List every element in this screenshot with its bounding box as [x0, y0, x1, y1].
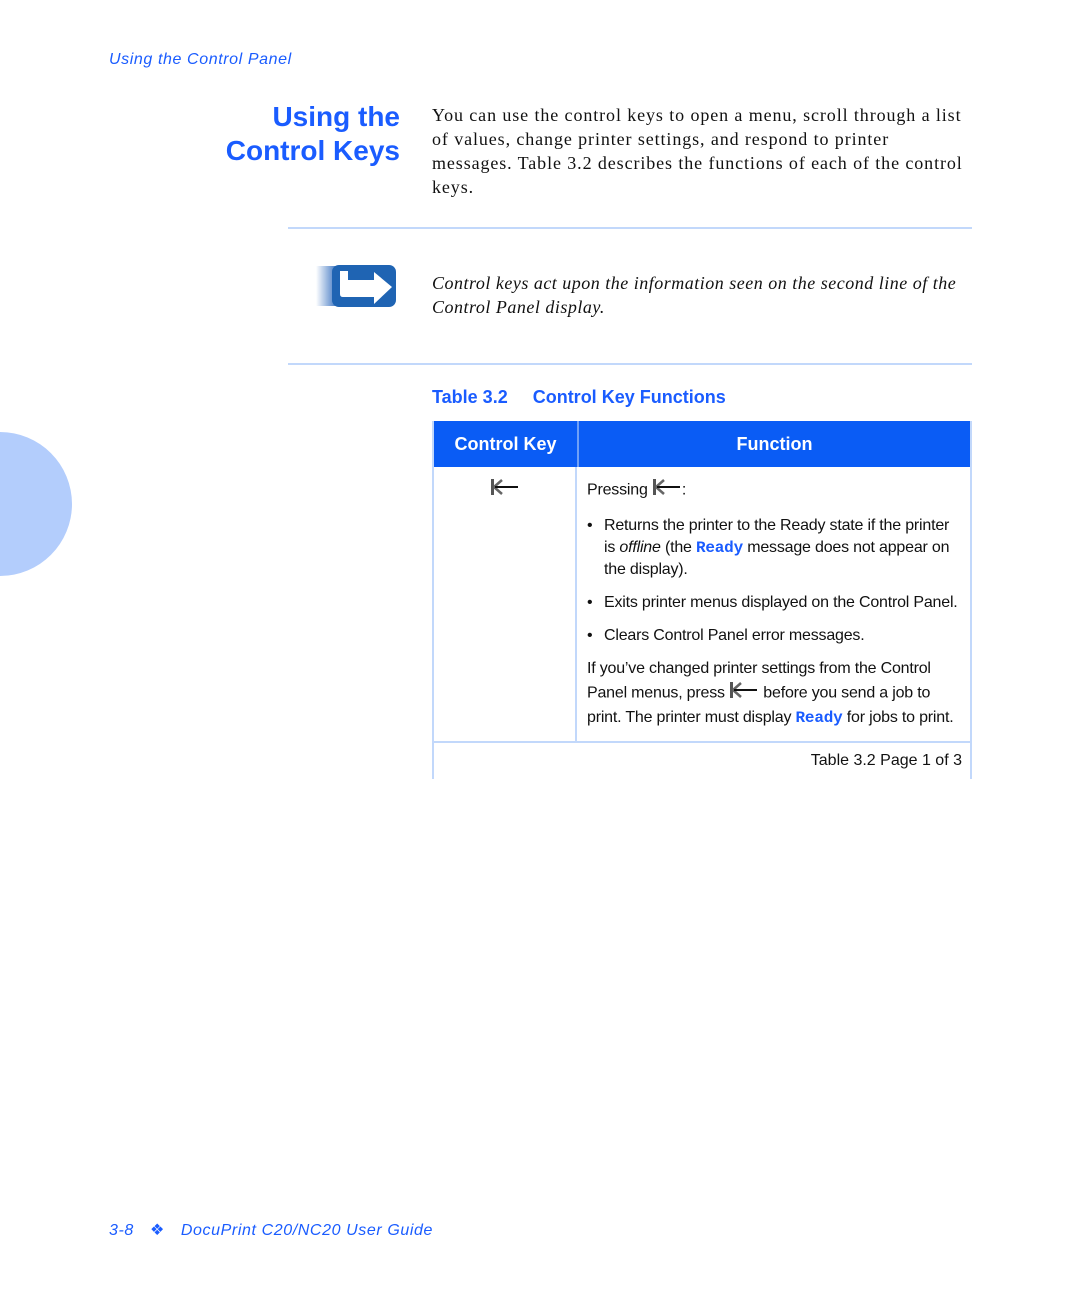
- chapter-tab-marker: [0, 432, 72, 576]
- table-caption-title: Control Key Functions: [532, 387, 726, 407]
- exit-key-icon: [729, 680, 759, 707]
- ready-code: Ready: [695, 539, 743, 557]
- pressing-line: Pressing :: [587, 477, 960, 504]
- bullet-text: Returns the printer to the Ready state i…: [604, 515, 960, 581]
- running-head: Using the Control Panel: [109, 51, 292, 68]
- function-cell: Pressing : • Returns the printer to the …: [577, 467, 970, 741]
- exit-key-icon: [652, 477, 682, 504]
- closing-text-part: for jobs to print.: [842, 709, 954, 726]
- section-title-line-2: Control Keys: [225, 135, 400, 166]
- page-number: 3-8: [109, 1222, 134, 1239]
- header-function: Function: [736, 433, 813, 454]
- note-text: Control keys act upon the information se…: [432, 273, 957, 317]
- intro-paragraph: You can use the control keys to open a m…: [432, 105, 963, 197]
- pressing-label: Pressing: [587, 481, 648, 499]
- table-caption-number: Table 3.2: [432, 387, 508, 407]
- table-row: Pressing : • Returns the printer to the …: [434, 467, 970, 743]
- note-top-divider: [288, 227, 972, 229]
- control-key-table: Control Key Function Pressing : • Return…: [432, 421, 972, 779]
- bullet-text: Exits printer menus displayed on the Con…: [604, 594, 958, 611]
- exit-key-icon: [490, 477, 520, 741]
- bullet-dot: •: [587, 517, 593, 534]
- note-arrow-icon: [316, 264, 398, 308]
- section-title: Using the Control Keys: [200, 100, 400, 168]
- bullet-item: • Clears Control Panel error messages.: [587, 625, 960, 647]
- section-title-line-1: Using the: [272, 101, 400, 132]
- note-bottom-divider: [288, 363, 972, 365]
- table-continuation: Table 3.2 Page 1 of 3: [810, 752, 962, 769]
- offline-emphasis: offline: [619, 539, 661, 556]
- bullet-text: Clears Control Panel error messages.: [604, 627, 865, 644]
- header-control-key: Control Key: [434, 421, 579, 467]
- diamond-separator-icon: ❖: [149, 1222, 165, 1239]
- table-header-row: Control Key Function: [434, 421, 970, 467]
- closing-paragraph: If you’ve changed printer settings from …: [587, 658, 960, 729]
- guide-title: DocuPrint C20/NC20 User Guide: [180, 1222, 434, 1239]
- bullet-item: • Returns the printer to the Ready state…: [587, 515, 960, 581]
- bullet-dot: •: [587, 627, 593, 644]
- pressing-colon: :: [681, 481, 687, 499]
- bullet-text-part: (the: [660, 539, 696, 556]
- ready-code: Ready: [795, 709, 843, 727]
- bullet-dot: •: [587, 594, 593, 611]
- page-footer: 3-8 ❖ DocuPrint C20/NC20 User Guide: [109, 1220, 433, 1240]
- control-key-cell: [434, 467, 577, 741]
- table-caption: Table 3.2 Control Key Functions: [432, 387, 726, 408]
- bullet-item: • Exits printer menus displayed on the C…: [587, 592, 960, 614]
